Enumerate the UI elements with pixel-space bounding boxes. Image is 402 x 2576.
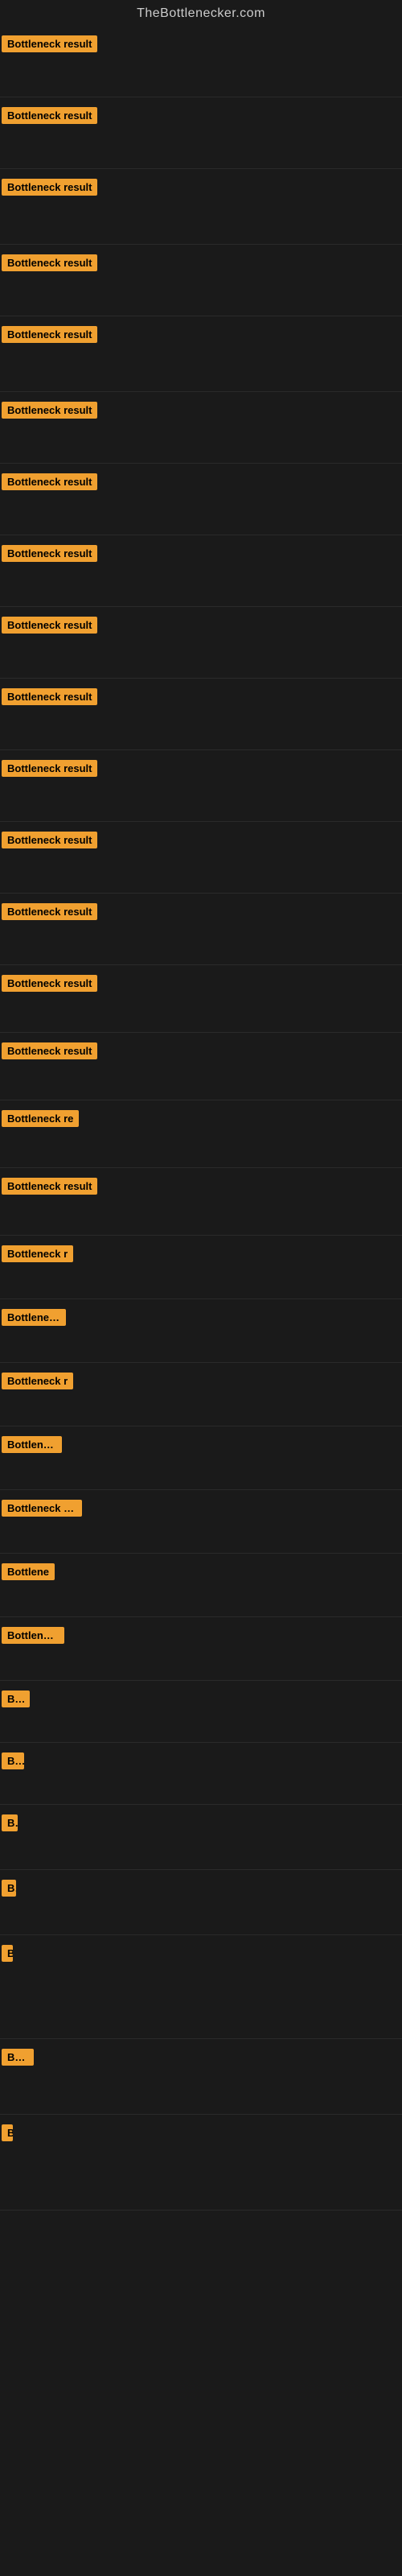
bottleneck-item-9[interactable]: Bottleneck result: [0, 609, 402, 679]
bottleneck-badge-20[interactable]: Bottleneck r: [2, 1373, 73, 1389]
bottleneck-badge-7[interactable]: Bottleneck result: [2, 473, 97, 490]
bottleneck-item-24[interactable]: Bottleneck: [0, 1619, 402, 1681]
bottleneck-badge-26[interactable]: Bo: [2, 1752, 24, 1769]
bottleneck-item-11[interactable]: Bottleneck result: [0, 752, 402, 822]
bottleneck-item-27[interactable]: B: [0, 1806, 402, 1870]
bottleneck-item-29[interactable]: B: [0, 1937, 402, 2039]
bottleneck-item-23[interactable]: Bottlene: [0, 1555, 402, 1617]
bottleneck-item-6[interactable]: Bottleneck result: [0, 394, 402, 464]
bottleneck-badge-11[interactable]: Bottleneck result: [2, 760, 97, 777]
bottleneck-badge-12[interactable]: Bottleneck result: [2, 832, 97, 848]
bottleneck-badge-9[interactable]: Bottleneck result: [2, 617, 97, 634]
site-title: TheBottlenecker.com: [0, 0, 402, 27]
bottleneck-item-22[interactable]: Bottleneck res: [0, 1492, 402, 1554]
bottleneck-item-18[interactable]: Bottleneck r: [0, 1237, 402, 1299]
bottleneck-badge-28[interactable]: B: [2, 1880, 16, 1897]
bottleneck-badge-19[interactable]: Bottleneck: [2, 1309, 66, 1326]
bottleneck-badge-21[interactable]: Bottleneck: [2, 1436, 62, 1453]
bottleneck-item-4[interactable]: Bottleneck result: [0, 246, 402, 316]
bottleneck-item-26[interactable]: Bo: [0, 1744, 402, 1805]
bottleneck-badge-29[interactable]: B: [2, 1945, 13, 1962]
bottleneck-badge-17[interactable]: Bottleneck result: [2, 1178, 97, 1195]
bottleneck-badge-6[interactable]: Bottleneck result: [2, 402, 97, 419]
bottleneck-item-16[interactable]: Bottleneck re: [0, 1102, 402, 1168]
bottleneck-badge-3[interactable]: Bottleneck result: [2, 179, 97, 196]
bottleneck-badge-16[interactable]: Bottleneck re: [2, 1110, 79, 1127]
bottleneck-item-17[interactable]: Bottleneck result: [0, 1170, 402, 1236]
results-list: Bottleneck result Bottleneck result Bottle…: [0, 27, 402, 2454]
bottleneck-item-7[interactable]: Bottleneck result: [0, 465, 402, 535]
bottleneck-badge-22[interactable]: Bottleneck res: [2, 1500, 82, 1517]
bottleneck-badge-31[interactable]: B: [2, 2124, 13, 2141]
bottleneck-item-1[interactable]: Bottleneck result: [0, 27, 402, 97]
bottleneck-item-2[interactable]: Bottleneck result: [0, 99, 402, 169]
bottleneck-item-13[interactable]: Bottleneck result: [0, 895, 402, 965]
bottleneck-item-19[interactable]: Bottleneck: [0, 1301, 402, 1363]
bottleneck-item-10[interactable]: Bottleneck result: [0, 680, 402, 750]
bottleneck-item-30[interactable]: Bottl: [0, 2041, 402, 2115]
bottleneck-badge-15[interactable]: Bottleneck result: [2, 1042, 97, 1059]
bottleneck-item-20[interactable]: Bottleneck r: [0, 1364, 402, 1426]
bottleneck-badge-14[interactable]: Bottleneck result: [2, 975, 97, 992]
bottleneck-item-25[interactable]: Bot: [0, 1682, 402, 1743]
bottleneck-badge-2[interactable]: Bottleneck result: [2, 107, 97, 124]
bottleneck-badge-1[interactable]: Bottleneck result: [2, 35, 97, 52]
bottleneck-item-5[interactable]: Bottleneck result: [0, 318, 402, 392]
bottleneck-item-8[interactable]: Bottleneck result: [0, 537, 402, 607]
bottleneck-item-31[interactable]: B: [0, 2116, 402, 2211]
bottleneck-item-28[interactable]: B: [0, 1872, 402, 1935]
bottleneck-badge-27[interactable]: B: [2, 1814, 18, 1831]
site-header: TheBottlenecker.com: [0, 0, 402, 27]
bottleneck-item-14[interactable]: Bottleneck result: [0, 967, 402, 1033]
bottleneck-badge-10[interactable]: Bottleneck result: [2, 688, 97, 705]
bottleneck-badge-23[interactable]: Bottlene: [2, 1563, 55, 1580]
bottleneck-badge-4[interactable]: Bottleneck result: [2, 254, 97, 271]
bottleneck-badge-24[interactable]: Bottleneck: [2, 1627, 64, 1644]
bottleneck-item-3[interactable]: Bottleneck result: [0, 171, 402, 245]
bottleneck-badge-5[interactable]: Bottleneck result: [2, 326, 97, 343]
bottleneck-badge-30[interactable]: Bottl: [2, 2049, 34, 2066]
bottleneck-item-12[interactable]: Bottleneck result: [0, 824, 402, 894]
bottleneck-badge-18[interactable]: Bottleneck r: [2, 1245, 73, 1262]
bottleneck-badge-13[interactable]: Bottleneck result: [2, 903, 97, 920]
bottleneck-item-21[interactable]: Bottleneck: [0, 1428, 402, 1490]
bottleneck-badge-8[interactable]: Bottleneck result: [2, 545, 97, 562]
bottleneck-badge-25[interactable]: Bot: [2, 1690, 30, 1707]
bottleneck-item-15[interactable]: Bottleneck result: [0, 1034, 402, 1100]
